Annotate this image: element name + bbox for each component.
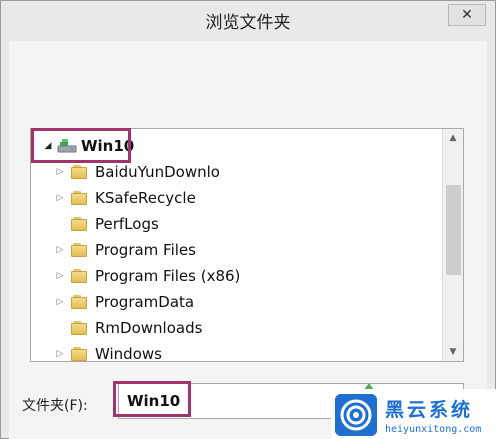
tree-item[interactable]: ▷ Program Files	[53, 237, 196, 263]
tree-item-label: Program Files (x86)	[95, 267, 241, 285]
tree-item-label: Program Files	[95, 241, 196, 259]
tree-item[interactable]: ▷ Windows	[53, 341, 162, 362]
tree-item[interactable]: ▷ Program Files (x86)	[53, 263, 241, 289]
folder-icon	[71, 165, 89, 179]
folder-icon	[71, 321, 89, 335]
close-icon: ✕	[461, 7, 473, 23]
collapsed-arrow-icon[interactable]: ▷	[53, 297, 67, 307]
tree-item[interactable]: RmDownloads	[53, 315, 202, 341]
expanded-arrow-icon[interactable]: ◢	[41, 141, 55, 151]
watermark: 黑云系统 heiyunxitong.com	[331, 389, 496, 439]
collapsed-arrow-icon[interactable]: ▷	[53, 271, 67, 281]
tree-item[interactable]: ▷ BaiduYunDownlo	[53, 159, 220, 185]
tree-root-label: Win10	[81, 137, 135, 155]
watermark-text: 黑云系统	[385, 398, 474, 421]
tree-item-label: Windows	[95, 345, 162, 362]
scroll-down-arrow-icon[interactable]: ▼	[443, 343, 463, 361]
tree-item-label: RmDownloads	[95, 319, 203, 337]
folder-icon	[71, 243, 89, 257]
tree-scrollbar[interactable]: ▲ ▼	[442, 129, 463, 361]
tree-item-label: PerfLogs	[95, 215, 159, 233]
scroll-thumb[interactable]	[446, 185, 461, 275]
collapsed-arrow-icon[interactable]: ▷	[53, 193, 67, 203]
folder-tree[interactable]: ◢ Win10 ▷ BaiduYunDownlo ▷ KSafeRecycle Perf…	[30, 128, 464, 362]
folder-field-label: 文件夹(F):	[22, 398, 88, 414]
collapsed-arrow-icon[interactable]: ▷	[53, 349, 67, 359]
folder-icon	[71, 191, 89, 205]
watermark-url: heiyunxitong.com	[385, 423, 482, 435]
watermark-logo-icon	[335, 393, 377, 436]
collapsed-arrow-icon[interactable]: ▷	[53, 167, 67, 177]
drive-icon	[57, 139, 77, 153]
folder-icon	[71, 347, 89, 361]
folder-icon	[71, 269, 89, 283]
folder-icon	[71, 295, 89, 309]
tree-item[interactable]: ▷ ProgramData	[53, 289, 195, 315]
tree-root-win10[interactable]: ◢ Win10	[41, 133, 135, 159]
browse-folder-dialog: 浏览文件夹 ✕ ◢ Win10 ▷ BaiduYunDownlo ▷ KSafeRec…	[0, 0, 496, 439]
title-bar: 浏览文件夹 ✕	[1, 1, 495, 39]
tree-item[interactable]: ▷ KSafeRecycle	[53, 185, 196, 211]
folder-icon	[71, 217, 89, 231]
scroll-up-arrow-icon[interactable]: ▲	[443, 129, 463, 147]
collapsed-arrow-icon[interactable]: ▷	[53, 245, 67, 255]
dialog-title: 浏览文件夹	[205, 13, 291, 33]
tree-item-label: ProgramData	[95, 293, 195, 311]
close-button[interactable]: ✕	[448, 4, 486, 26]
tree-item-label: BaiduYunDownlo	[95, 163, 220, 181]
tree-item-label: KSafeRecycle	[95, 189, 196, 207]
tree-item[interactable]: PerfLogs	[53, 211, 159, 237]
